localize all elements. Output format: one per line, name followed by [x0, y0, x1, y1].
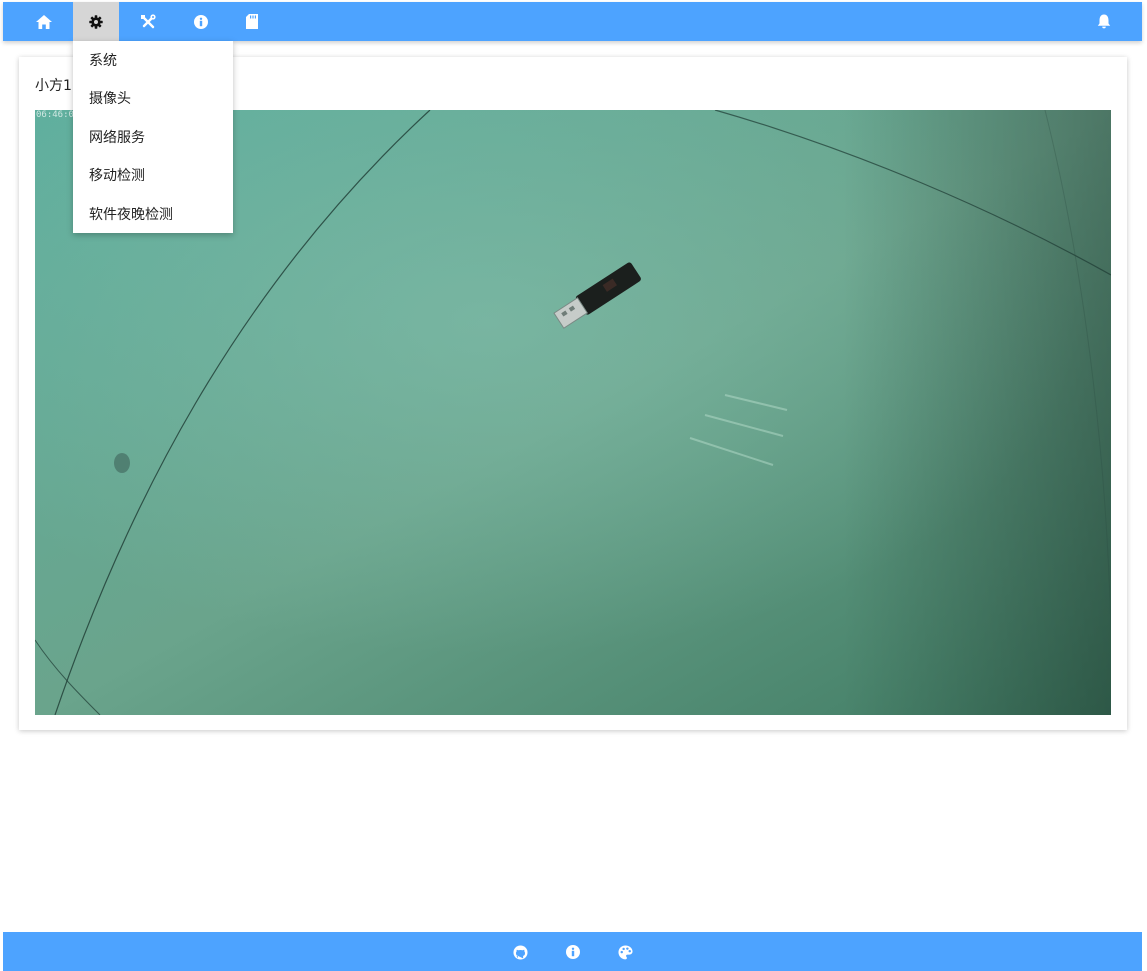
github-icon	[512, 944, 528, 960]
home-icon	[36, 14, 52, 29]
palette-icon	[617, 944, 633, 959]
notifications-button[interactable]	[1081, 2, 1127, 41]
menu-item-system[interactable]: 系统	[89, 52, 117, 70]
top-nav-bar	[3, 2, 1142, 41]
sd-card-icon	[246, 14, 258, 29]
home-button[interactable]	[21, 2, 67, 41]
info-icon	[194, 14, 208, 29]
settings-button[interactable]	[73, 2, 119, 41]
about-button[interactable]	[178, 2, 224, 41]
tools-button[interactable]	[125, 2, 171, 41]
sd-card-button[interactable]	[229, 2, 275, 41]
settings-dropdown-menu: 系统 摄像头 网络服务 移动检测 软件夜晚检测	[73, 41, 233, 233]
gear-icon	[89, 14, 103, 29]
menu-item-motion-detection[interactable]: 移动检测	[89, 167, 145, 185]
info-icon	[566, 945, 580, 959]
footer-info-link[interactable]	[563, 942, 583, 962]
tools-icon	[141, 13, 156, 28]
menu-item-network-services[interactable]: 网络服务	[89, 129, 145, 147]
github-link[interactable]	[510, 942, 530, 962]
footer-bar	[3, 932, 1142, 971]
menu-item-software-night-detection[interactable]: 软件夜晚检测	[89, 206, 173, 224]
camera-name: 小方1	[35, 78, 72, 94]
menu-item-camera[interactable]: 摄像头	[89, 90, 131, 108]
bell-icon	[1097, 14, 1111, 29]
theme-button[interactable]	[615, 942, 635, 962]
